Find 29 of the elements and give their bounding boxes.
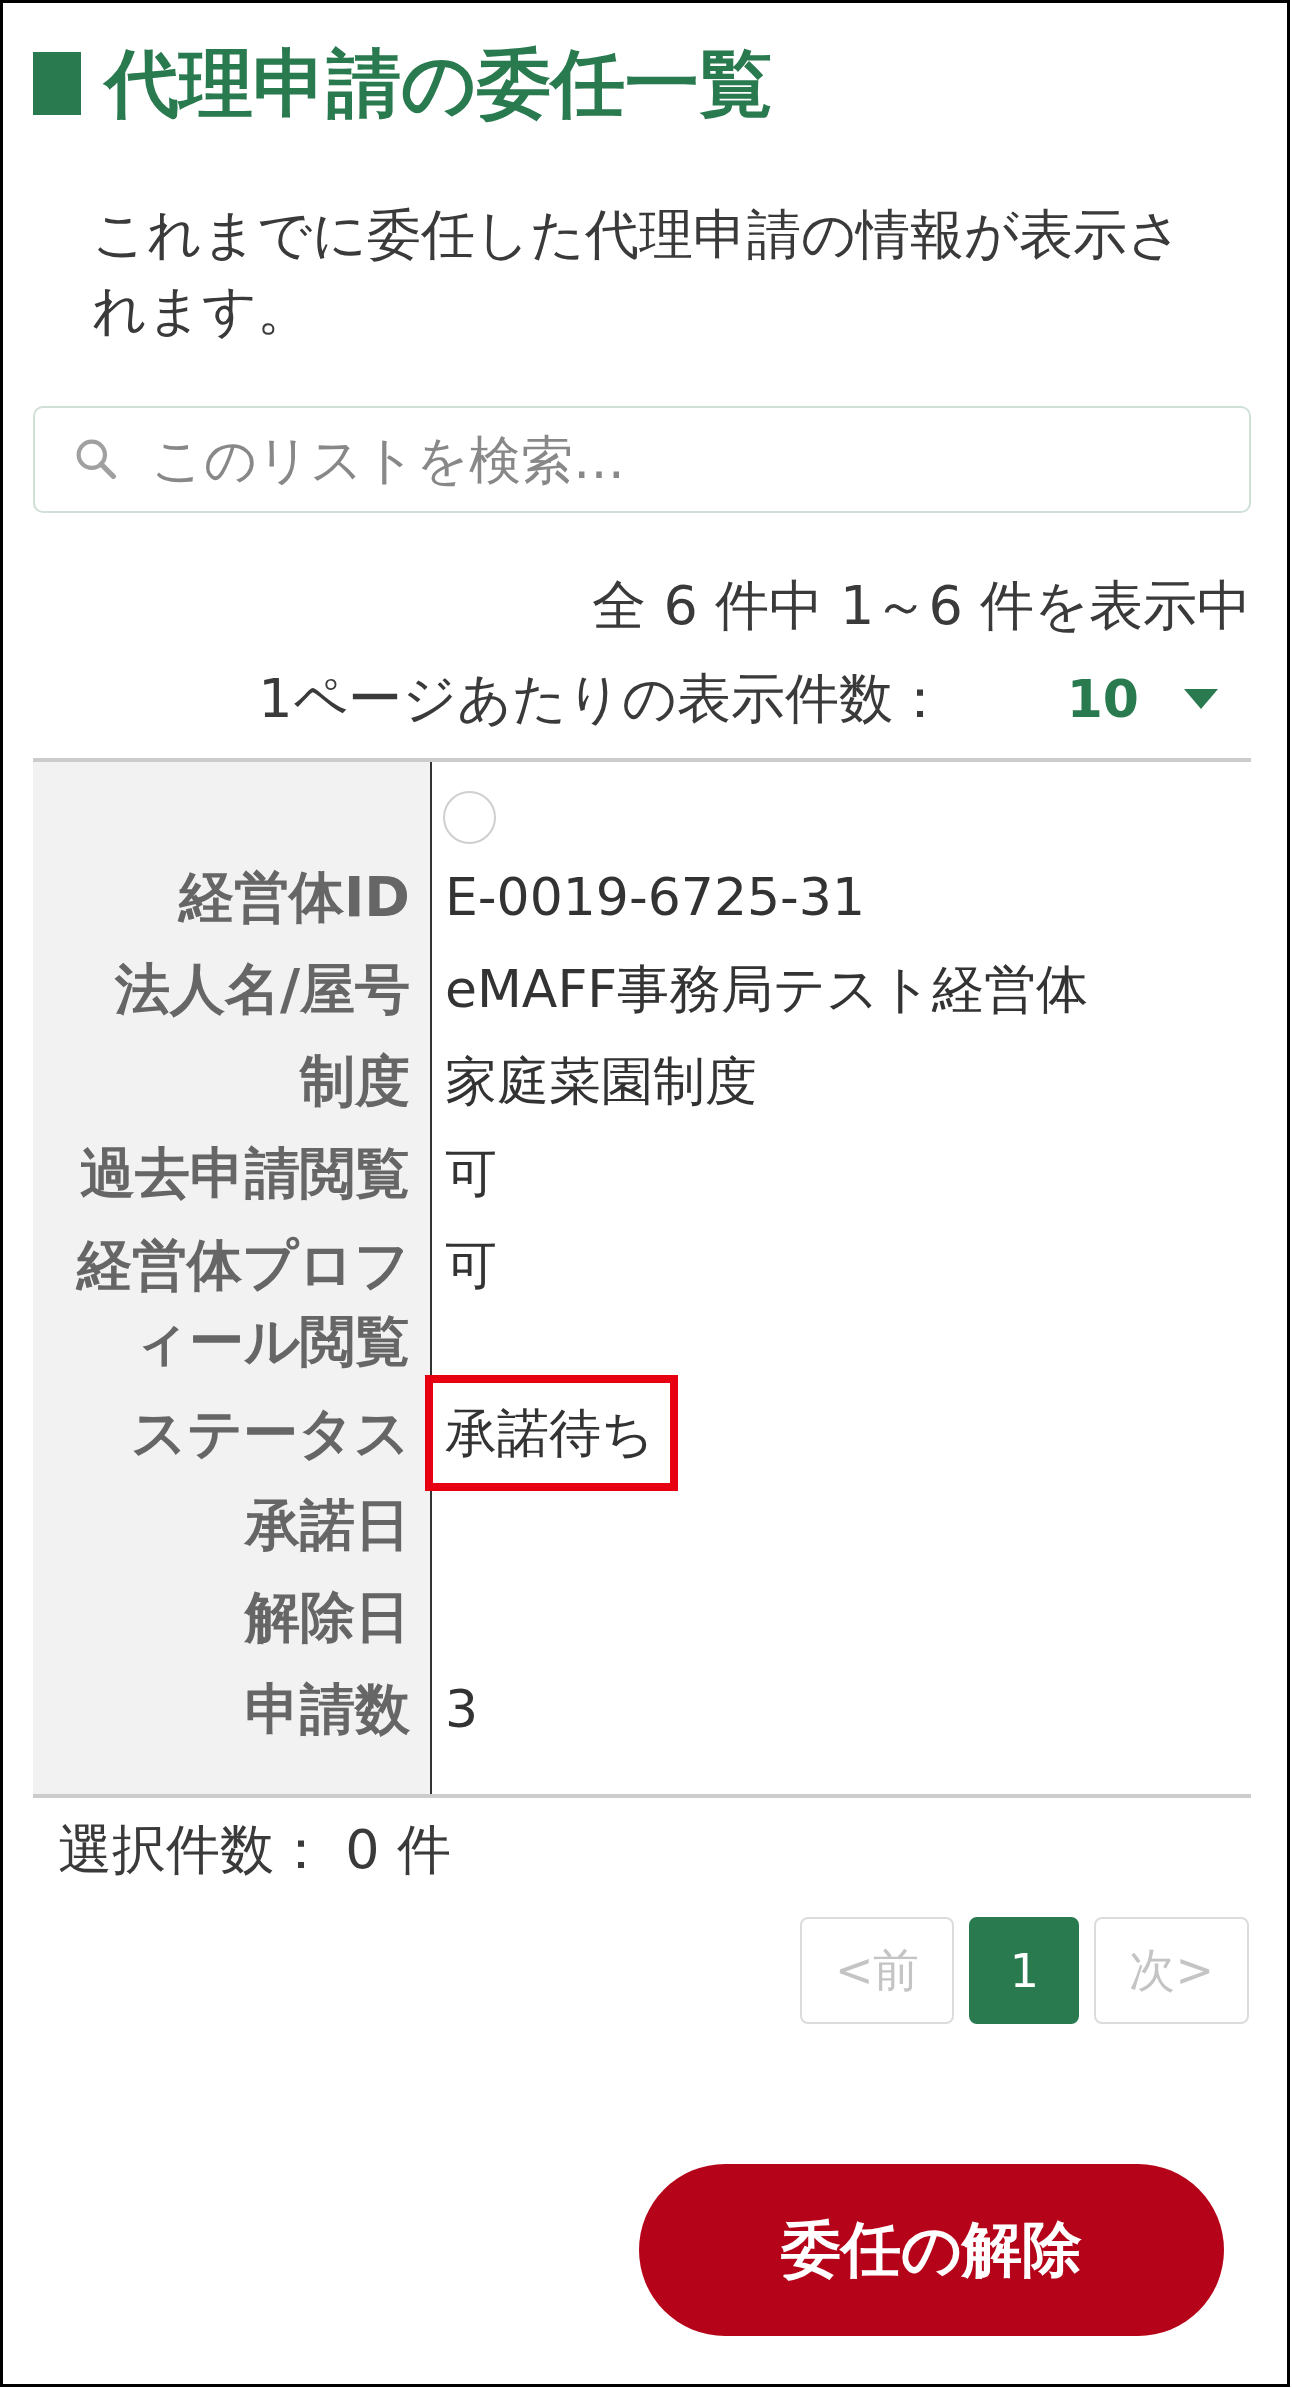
field-value: E-0019-6725-31: [445, 866, 865, 929]
heading-marker-icon: [33, 51, 81, 115]
search-field[interactable]: このリストを検索…: [33, 406, 1251, 513]
field-label: 経営体ID: [178, 864, 410, 931]
result-summary: 全 6 件中 1～6 件を表示中: [591, 576, 1251, 636]
page-size-select[interactable]: 10: [1066, 664, 1251, 734]
selection-count: 選択件数： 0 件: [57, 1820, 452, 1880]
field-label: 過去申請閲覧: [80, 1140, 410, 1207]
field-label: 法人名/屋号: [114, 956, 410, 1023]
description-text: これまでに委任した代理申請の情報が表示されます。: [92, 202, 1183, 344]
field-label: 申請数: [245, 1676, 410, 1743]
search-icon: [75, 438, 117, 480]
field-label: ステータス: [131, 1400, 410, 1467]
radio-button[interactable]: [443, 791, 496, 844]
field-label: 解除日: [245, 1584, 410, 1651]
cancel-delegation-button[interactable]: 委任の解除: [639, 2164, 1224, 2336]
page-size-label: 1ページあたりの表示件数：: [258, 669, 947, 729]
field-value: 可: [445, 1142, 497, 1205]
field-value: 承諾待ち: [425, 1375, 678, 1491]
field-value: 3: [445, 1678, 479, 1741]
field-label: 経営体プロフィール閲覧: [75, 1232, 410, 1375]
pagination-button[interactable]: 1: [969, 1917, 1080, 2024]
page-title: 代理申請の委任一覧: [105, 45, 773, 121]
field-value: eMAFF事務局テスト経営体: [445, 958, 1089, 1021]
field-label: 制度: [300, 1048, 410, 1115]
field-label: 承諾日: [245, 1492, 410, 1559]
field-value: 可: [445, 1234, 497, 1297]
caret-icon: [1184, 689, 1218, 709]
field-value: 家庭菜園制度: [445, 1050, 757, 1113]
